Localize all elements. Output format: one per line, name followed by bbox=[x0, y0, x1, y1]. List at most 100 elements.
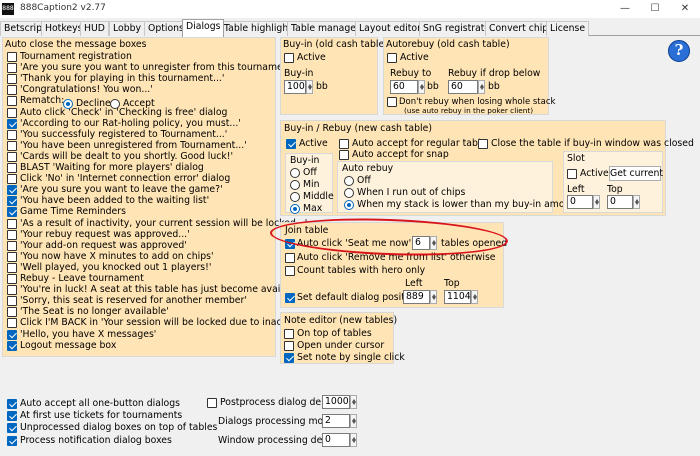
auto-rebuy-group: Auto rebuy Off When I run out of chips W… bbox=[337, 161, 580, 213]
auto-close-checkbox[interactable] bbox=[7, 218, 17, 229]
auto-close-checkbox[interactable] bbox=[7, 63, 17, 74]
rebuy-new-active-checkbox[interactable] bbox=[286, 139, 296, 149]
auto-close-checkbox[interactable] bbox=[7, 129, 17, 140]
maximize-icon[interactable]: ☐ bbox=[640, 0, 670, 18]
autorebuy-old-active-label: Active bbox=[400, 52, 429, 63]
auto-close-checkbox[interactable] bbox=[7, 74, 17, 85]
tab-dialogs[interactable]: Dialogs bbox=[182, 19, 225, 37]
auto-close-checkbox[interactable] bbox=[7, 196, 17, 207]
auto-close-checkbox[interactable] bbox=[7, 140, 17, 151]
buyin-off-radio[interactable] bbox=[290, 168, 300, 178]
buyin-max-radio[interactable] bbox=[290, 204, 300, 214]
auto-close-checkbox[interactable] bbox=[7, 240, 17, 251]
on-top-checkbox[interactable] bbox=[284, 329, 294, 339]
accept-regular-checkbox[interactable] bbox=[339, 139, 349, 149]
auto-accept-checkbox[interactable] bbox=[7, 399, 17, 409]
set-default-pos-label: Set default dialog position bbox=[297, 292, 420, 303]
accept-snap-checkbox[interactable] bbox=[339, 150, 349, 160]
rebuy-if-drop-input[interactable]: 60 bbox=[448, 80, 478, 94]
auto-close-checkbox[interactable] bbox=[7, 96, 17, 107]
join-left-spinner[interactable] bbox=[430, 290, 437, 304]
auto-close-checkbox[interactable] bbox=[7, 318, 17, 329]
minimize-icon[interactable]: — bbox=[610, 0, 640, 18]
auto-close-checkbox[interactable] bbox=[7, 151, 17, 162]
rebuy-to-label: Rebuy to bbox=[390, 68, 432, 79]
auto-rebuy-lower-radio[interactable] bbox=[344, 200, 354, 210]
rebuy-to-spinner[interactable] bbox=[418, 80, 425, 94]
rebuy-new-title: Buy-in / Rebuy (new cash table) bbox=[284, 123, 432, 134]
tab-table-manager[interactable]: Table manager bbox=[287, 21, 364, 36]
buyin-middle-radio[interactable] bbox=[290, 192, 300, 202]
autorebuy-old-active-checkbox[interactable] bbox=[387, 53, 397, 63]
set-default-pos-checkbox[interactable] bbox=[285, 293, 295, 303]
process-notif-checkbox[interactable] bbox=[7, 436, 17, 446]
join-left-input[interactable]: 889 bbox=[403, 290, 430, 304]
set-note-checkbox[interactable] bbox=[284, 353, 294, 363]
help-icon[interactable]: ? bbox=[668, 40, 690, 62]
buyin-old-active-checkbox[interactable] bbox=[284, 53, 294, 63]
auto-close-group: Auto close the message boxes Tournament … bbox=[2, 37, 308, 357]
join-top-spinner[interactable] bbox=[471, 290, 478, 304]
auto-rebuy-out-radio[interactable] bbox=[344, 188, 354, 198]
rematch-accept-radio[interactable] bbox=[110, 99, 120, 109]
auto-rebuy-off-radio[interactable] bbox=[344, 176, 354, 186]
unprocessed-checkbox[interactable] bbox=[7, 423, 17, 433]
postprocess-spinner[interactable] bbox=[350, 395, 357, 409]
auto-close-checkbox[interactable] bbox=[7, 107, 17, 118]
auto-close-item-label: Logout message box bbox=[20, 339, 117, 351]
unprocessed-label: Unprocessed dialog boxes on top of table… bbox=[20, 422, 218, 433]
close-table-checkbox[interactable] bbox=[478, 139, 488, 149]
rebuy-to-input[interactable]: 60 bbox=[390, 80, 418, 94]
buyin-old-value-input[interactable]: 100 bbox=[284, 80, 306, 94]
join-top-input[interactable]: 1104 bbox=[444, 290, 471, 304]
auto-close-checkbox[interactable] bbox=[7, 174, 17, 185]
auto-close-checkbox[interactable] bbox=[7, 163, 17, 173]
auto-close-checkbox[interactable] bbox=[7, 262, 17, 273]
auto-close-checkbox[interactable] bbox=[7, 185, 17, 196]
tab-hud[interactable]: HUD bbox=[80, 21, 109, 36]
slot-active-checkbox[interactable] bbox=[567, 169, 577, 179]
auto-close-checkbox[interactable] bbox=[7, 340, 17, 351]
auto-close-checkbox[interactable] bbox=[7, 207, 17, 218]
tab-lobby[interactable]: Lobby bbox=[109, 21, 146, 36]
auto-close-checkbox[interactable] bbox=[7, 52, 17, 62]
window-delay-spinner[interactable] bbox=[350, 433, 357, 447]
slot-top-spinner[interactable] bbox=[633, 195, 640, 209]
open-under-checkbox[interactable] bbox=[284, 341, 294, 351]
auto-close-checkbox[interactable] bbox=[7, 329, 17, 340]
auto-close-checkbox[interactable] bbox=[7, 296, 17, 307]
dialogs-mode-spinner[interactable] bbox=[350, 414, 357, 428]
dialogs-mode-input[interactable]: 2 bbox=[322, 414, 350, 428]
tab-bar: Betscript Hotkeys HUD Lobby Options Dial… bbox=[0, 19, 700, 37]
rematch-decline-radio[interactable] bbox=[63, 99, 73, 109]
window-delay-input[interactable]: 0 bbox=[322, 433, 350, 447]
auto-close-checkbox[interactable] bbox=[7, 274, 17, 284]
auto-close-checkbox[interactable] bbox=[7, 85, 17, 96]
dont-rebuy-checkbox[interactable] bbox=[387, 97, 397, 107]
rebuy-if-drop-spinner[interactable] bbox=[478, 80, 485, 94]
buyin-old-active-label: Active bbox=[297, 52, 326, 63]
title-bar: 888 888Caption2 v2.77 — ☐ ✕ bbox=[0, 0, 700, 18]
tab-table-highlight[interactable]: Table highlight bbox=[220, 21, 296, 36]
postprocess-checkbox[interactable] bbox=[207, 398, 217, 408]
buyin-old-spinner[interactable] bbox=[306, 80, 313, 94]
slot-left-input[interactable]: 0 bbox=[567, 195, 593, 209]
auto-close-checkbox[interactable] bbox=[7, 118, 17, 129]
first-use-checkbox[interactable] bbox=[7, 411, 17, 421]
tab-layout-editor[interactable]: Layout editor bbox=[355, 21, 425, 36]
postprocess-input[interactable]: 1000 bbox=[322, 395, 350, 409]
auto-close-checkbox[interactable] bbox=[7, 229, 17, 240]
close-icon[interactable]: ✕ bbox=[670, 0, 700, 18]
auto-close-checkbox[interactable] bbox=[7, 307, 17, 318]
auto-click-remove-checkbox[interactable] bbox=[285, 253, 295, 263]
count-tables-checkbox[interactable] bbox=[285, 266, 295, 276]
buyin-min-radio[interactable] bbox=[290, 180, 300, 190]
join-left-label: Left bbox=[405, 278, 423, 289]
slot-top-input[interactable]: 0 bbox=[607, 195, 633, 209]
auto-close-checkbox[interactable] bbox=[7, 285, 17, 296]
tab-license[interactable]: License bbox=[546, 21, 590, 36]
get-current-button[interactable]: Get current bbox=[609, 166, 663, 181]
slot-left-spinner[interactable] bbox=[593, 195, 600, 209]
auto-accept-label: Auto accept all one-button dialogs bbox=[20, 398, 180, 409]
auto-close-checkbox[interactable] bbox=[7, 251, 17, 262]
